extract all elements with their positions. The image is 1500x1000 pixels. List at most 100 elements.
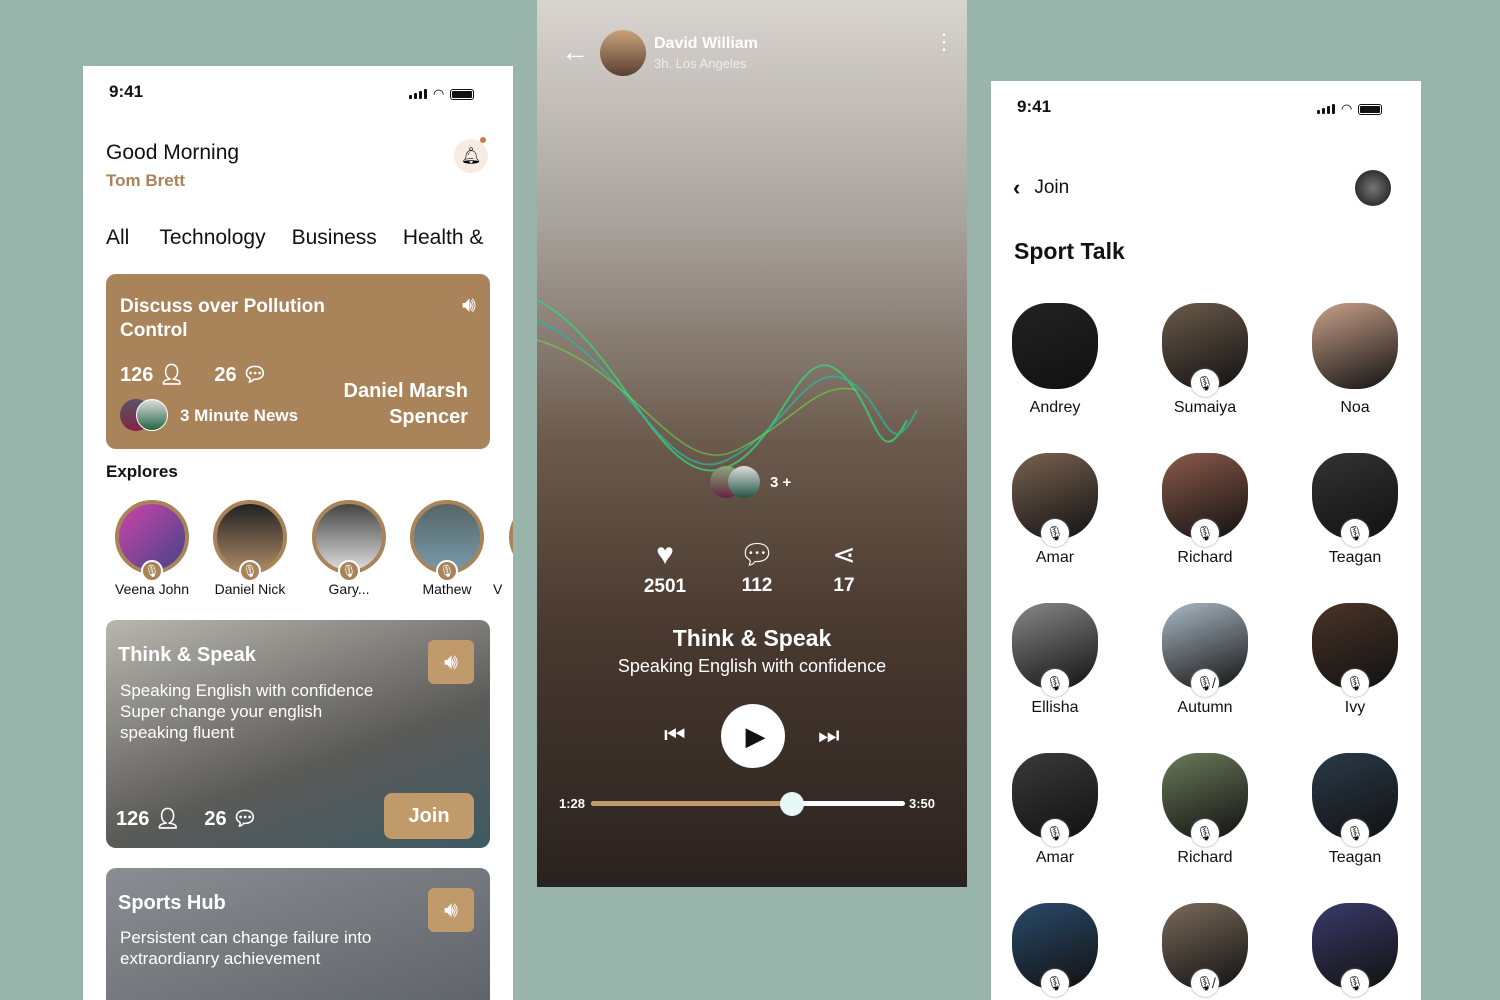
back-arrow-icon[interactable]: ← bbox=[561, 36, 589, 68]
notification-dot bbox=[480, 137, 486, 143]
explore-name: Gary... bbox=[328, 581, 370, 597]
wifi-icon: ◠ bbox=[433, 86, 445, 101]
category-tabs: All Technology Business Health & bbox=[106, 226, 483, 250]
elapsed-time: 1:28 bbox=[559, 796, 586, 811]
mic-icon: 🎙︎ bbox=[141, 560, 163, 582]
explore-name: Mathew bbox=[422, 581, 472, 597]
battery-icon bbox=[1358, 103, 1383, 115]
person-icon: 👤︎ bbox=[154, 808, 181, 830]
participant-name: Teagan bbox=[1328, 549, 1382, 566]
total-duration: 3:50 bbox=[909, 796, 936, 811]
comment-button[interactable]: 💬︎ 112 bbox=[727, 538, 787, 597]
play-button[interactable]: ▶ bbox=[721, 704, 785, 768]
tab-technology[interactable]: Technology bbox=[159, 226, 265, 250]
status-icons: ◠ bbox=[409, 86, 475, 102]
person-icon: 👤︎ bbox=[158, 364, 185, 386]
mic-icon: 🎙︎ bbox=[1341, 519, 1369, 547]
like-button[interactable]: ♥ 2501 bbox=[635, 538, 695, 598]
mic-icon: 🎙︎ bbox=[1341, 969, 1369, 997]
host-name: Daniel Marsh Spencer bbox=[343, 380, 468, 428]
progress-fill bbox=[591, 801, 792, 806]
mic-muted-icon: 🎙︎̸ bbox=[1191, 969, 1219, 997]
wifi-icon: ◠ bbox=[1341, 101, 1353, 116]
mic-icon: 🎙︎ bbox=[436, 560, 458, 582]
signal-icon bbox=[409, 89, 427, 99]
avatar bbox=[509, 500, 513, 574]
room-title: Think & Speak bbox=[118, 644, 256, 666]
chat-icon: 💬︎ bbox=[739, 539, 775, 570]
participant-name: Noa bbox=[1340, 399, 1370, 416]
play-icon: ▶ bbox=[745, 720, 766, 751]
share-icon: ⋖ bbox=[832, 539, 856, 570]
room-card-sports-hub[interactable]: Sports Hub 🔊︎ Persistent can change fail… bbox=[106, 868, 490, 1000]
participant-name: Richard bbox=[1177, 549, 1233, 566]
tab-business[interactable]: Business bbox=[292, 226, 377, 250]
join-button[interactable]: Join bbox=[384, 793, 474, 839]
player-screen: ← David William 3h. Los Angeles ⋮ 3 + ♥ 2… bbox=[537, 0, 967, 887]
previous-icon[interactable]: ⏮︎ bbox=[664, 722, 686, 750]
listener-count: 126 bbox=[120, 364, 154, 386]
tab-all[interactable]: All bbox=[106, 226, 129, 250]
room-stats: 126 👤︎ 26 💬︎ bbox=[116, 808, 258, 830]
chat-icon: 💬︎ bbox=[242, 364, 268, 386]
participant-name: Ivy bbox=[1344, 699, 1366, 716]
speaker-icon[interactable]: 🔊︎ bbox=[428, 888, 474, 932]
battery-icon bbox=[450, 88, 475, 100]
track-subtitle: Speaking English with confidence bbox=[617, 656, 887, 676]
explores-heading: Explores bbox=[106, 462, 178, 481]
room-screen: 9:41 ◠ ‹ Join Sport Talk Andrey 🎙︎ Sumaiya… bbox=[991, 81, 1421, 1000]
show-name: 3 Minute News bbox=[180, 406, 299, 425]
mic-icon: 🎙︎ bbox=[239, 560, 261, 582]
room-card-think-speak[interactable]: Think & Speak 🔊︎ Speaking English with c… bbox=[106, 620, 490, 848]
speaker-icon[interactable]: 🔊︎ bbox=[428, 640, 474, 684]
bell-icon: 🔔︎ bbox=[460, 148, 482, 165]
featured-stats: 126 👤︎ 26 💬︎ bbox=[120, 362, 268, 387]
explores-list: 🎙︎ Veena John 🎙︎ Daniel Nick 🎙︎ Gary... 🎙︎ M… bbox=[99, 500, 513, 600]
host-name: David William bbox=[654, 35, 758, 52]
explore-name: Daniel Nick bbox=[214, 581, 286, 597]
participant-name: Autumn bbox=[1177, 699, 1233, 716]
mic-icon: 🎙︎ bbox=[1041, 969, 1069, 997]
next-icon[interactable]: ⏭︎ bbox=[818, 722, 840, 750]
back-button[interactable]: ‹ Join bbox=[1013, 175, 1069, 201]
mic-muted-icon: 🎙︎̸ bbox=[1191, 669, 1219, 697]
participant-name: Teagan bbox=[1328, 849, 1382, 866]
participant-avatar bbox=[1312, 303, 1398, 389]
post-meta: 3h. Los Angeles bbox=[654, 56, 747, 71]
status-time: 9:41 bbox=[109, 82, 144, 101]
user-name: Tom Brett bbox=[106, 171, 186, 190]
participant-name: Sumaiya bbox=[1173, 399, 1237, 416]
profile-avatar[interactable] bbox=[1355, 170, 1391, 206]
mic-icon: 🎙︎ bbox=[1341, 669, 1369, 697]
share-button[interactable]: ⋖ 17 bbox=[814, 538, 874, 597]
tab-health[interactable]: Health & bbox=[403, 226, 484, 250]
participant-avatars bbox=[710, 466, 760, 498]
chat-icon: 💬︎ bbox=[232, 808, 258, 830]
participants-more: 3 + bbox=[770, 474, 792, 491]
mic-icon: 🎙︎ bbox=[1041, 519, 1069, 547]
progress-handle[interactable] bbox=[779, 792, 804, 816]
featured-room-card[interactable]: Discuss over Pollution Control 🔊︎ 126 👤︎ … bbox=[106, 274, 490, 449]
home-screen: 9:41 ◠ Good Morning Tom Brett 🔔︎ All Tec… bbox=[83, 66, 513, 1000]
comment-count: 26 bbox=[214, 364, 237, 386]
room-title: Sport Talk bbox=[1014, 238, 1125, 264]
participant-avatar bbox=[1012, 303, 1098, 389]
participant-name: Richard bbox=[1177, 849, 1233, 866]
notification-button[interactable]: 🔔︎ bbox=[454, 137, 488, 173]
mic-icon: 🎙︎ bbox=[1041, 669, 1069, 697]
chevron-left-icon: ‹ bbox=[1013, 175, 1021, 200]
more-options-icon[interactable]: ⋮ bbox=[933, 31, 955, 53]
status-time: 9:41 bbox=[1017, 97, 1052, 116]
explore-name: V bbox=[493, 581, 503, 597]
participant-name: Ellisha bbox=[1031, 699, 1079, 716]
mic-icon: 🎙︎ bbox=[1191, 819, 1219, 847]
signal-icon bbox=[1317, 104, 1335, 114]
participant-name: Amar bbox=[1035, 549, 1075, 566]
participant-name: Amar bbox=[1035, 849, 1075, 866]
mic-icon: 🎙︎ bbox=[1191, 519, 1219, 547]
mic-icon: 🎙︎ bbox=[1341, 819, 1369, 847]
speaker-icon[interactable]: 🔊︎ bbox=[462, 292, 476, 318]
progress-slider[interactable] bbox=[591, 792, 905, 816]
mic-icon: 🎙︎ bbox=[1191, 369, 1219, 397]
host-avatar bbox=[600, 30, 646, 76]
